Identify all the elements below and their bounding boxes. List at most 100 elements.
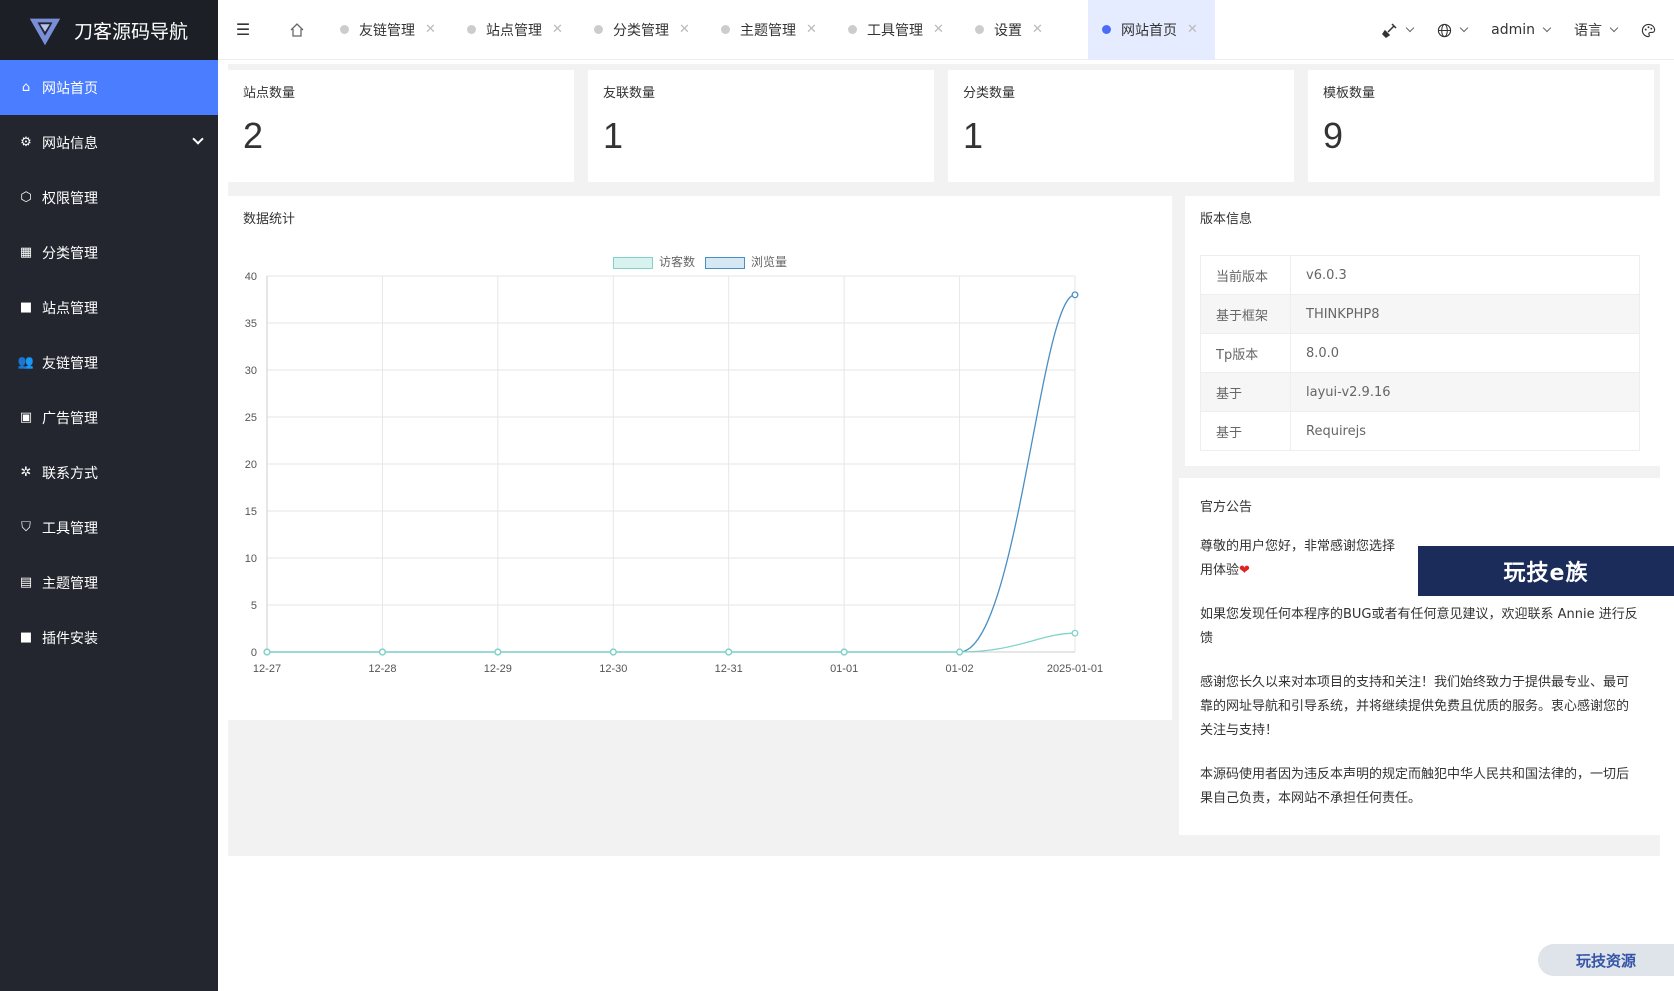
menu-toggle-icon[interactable]: ☰: [218, 0, 268, 60]
theme-button[interactable]: [1629, 23, 1674, 38]
calendar-icon: ▤: [19, 575, 33, 590]
close-icon[interactable]: ✕: [806, 22, 817, 37]
close-icon[interactable]: ✕: [1032, 22, 1043, 37]
tab[interactable]: 分类管理 ✕: [580, 0, 707, 60]
cog-icon: ✲: [20, 465, 32, 480]
stat-label: 模板数量: [1323, 86, 1376, 101]
sidebar-item[interactable]: ⛉ 工具管理: [0, 500, 218, 555]
version-table: 当前版本 v6.0.3 基于框架 THINKPHP8 Tp版本 8.0.0 基于 layui-…: [1200, 255, 1640, 451]
version-panel-title: 版本信息: [1200, 212, 1253, 227]
chevron-down-icon: [192, 133, 204, 145]
cube-icon: ⬡: [20, 190, 32, 205]
table-row: 基于 Requirejs: [1200, 411, 1640, 451]
close-icon[interactable]: ✕: [933, 22, 944, 37]
version-key: 基于: [1200, 411, 1291, 451]
series-line: [267, 294, 1076, 653]
version-panel: 版本信息 当前版本 v6.0.3 基于框架 THINKPHP8 Tp版本 8.0.0 基于 l…: [1185, 196, 1660, 466]
sidebar-item[interactable]: ▣ 广告管理: [0, 390, 218, 445]
sidebar-item[interactable]: ⚙ 网站信息: [0, 115, 218, 170]
notice-panel: 官方公告 尊敬的用户您好，非常感谢您选择 用体验❤ 如果您发现任何本程序的BUG或…: [1179, 478, 1660, 835]
version-value: Requirejs: [1290, 411, 1640, 451]
sidebar-item-label: 插件安装: [42, 630, 98, 647]
x-tick-label: 2025-01-01: [1047, 663, 1103, 675]
main-content: 站点数量 2 友联数量 1 分类数量 1 模板数量 9 数据统计 访客数 浏览量…: [218, 60, 1674, 991]
sidebar-item[interactable]: ▦ 分类管理: [0, 225, 218, 280]
table-row: 基于 layui-v2.9.16: [1200, 372, 1640, 412]
chart-panel-title: 数据统计: [243, 212, 296, 227]
sidebar-item-label: 联系方式: [42, 465, 98, 482]
language-menu[interactable]: 语言: [1562, 20, 1629, 40]
chart-panel: 数据统计 访客数 浏览量 0 5 10 15 20 25 30 35 40 12-27 12-28 1…: [228, 196, 1172, 720]
app-title: 刀客源码导航: [74, 20, 189, 43]
notice-paragraph: 本源码使用者因为违反本声明的规定而触犯中华人民共和国法律的，一切后果自己负责，本…: [1200, 767, 1630, 806]
data-point: [840, 648, 848, 656]
globe-icon: [1437, 23, 1452, 37]
watermark-logo: 玩技e族: [1418, 546, 1674, 596]
stat-label: 友联数量: [603, 86, 656, 101]
tab-dot: [340, 25, 349, 34]
language-label: 语言: [1574, 23, 1602, 39]
sidebar-item[interactable]: ✲ 联系方式: [0, 445, 218, 500]
apps-icon: ▦: [19, 245, 33, 260]
clear-cache-button[interactable]: [1370, 22, 1425, 38]
sidebar: 刀客源码导航 ⌂ 网站首页 ⚙ 网站信息 ⬡ 权限管理 ▦ 分类管理 ■ 站点管理 👥 友链管理 ▣ 广告…: [0, 0, 218, 991]
data-point: [378, 648, 386, 656]
sidebar-item[interactable]: ■ 插件安装: [0, 610, 218, 665]
y-tick-label: 0: [251, 647, 257, 659]
sidebar-item-label: 主题管理: [42, 575, 98, 592]
tab[interactable]: 主题管理 ✕: [707, 0, 834, 60]
home-tab-icon[interactable]: [268, 0, 326, 60]
tab-bar: 友链管理 ✕ 站点管理 ✕ 分类管理 ✕ 主题管理 ✕ 工具管理 ✕ 设置 ✕ 网站首页 ✕: [326, 0, 1215, 60]
table-row: Tp版本 8.0.0: [1200, 333, 1640, 373]
line-chart: 0 5 10 15 20 25 30 35 40 12-27 12-28 12-29 12-30 12-3…: [245, 271, 1103, 675]
site-language-button[interactable]: [1425, 23, 1479, 38]
y-tick-label: 40: [245, 271, 257, 283]
sidebar-item-label: 友链管理: [42, 355, 98, 372]
app-logo[interactable]: 刀客源码导航: [0, 0, 218, 60]
close-icon[interactable]: ✕: [1187, 22, 1198, 37]
tab-dot: [1102, 25, 1111, 34]
x-tick-label: 12-27: [253, 663, 281, 675]
table-row: 基于框架 THINKPHP8: [1200, 294, 1640, 334]
data-point: [494, 648, 502, 656]
gear-icon: ⚙: [20, 135, 32, 150]
close-icon[interactable]: ✕: [552, 22, 563, 37]
sidebar-item[interactable]: ▤ 主题管理: [0, 555, 218, 610]
home-icon: ⌂: [21, 80, 31, 95]
version-value: v6.0.3: [1290, 255, 1640, 295]
stat-value: 9: [1323, 115, 1344, 156]
tab-label: 设置: [994, 22, 1022, 39]
sidebar-menu: ⌂ 网站首页 ⚙ 网站信息 ⬡ 权限管理 ▦ 分类管理 ■ 站点管理 👥 友链管理 ▣ 广告管理 ✲ 联系方式…: [0, 60, 218, 665]
user-menu[interactable]: admin: [1479, 22, 1562, 38]
sidebar-item[interactable]: ⬡ 权限管理: [0, 170, 218, 225]
sidebar-item-label: 工具管理: [42, 520, 98, 537]
data-point: [725, 648, 733, 656]
tab-label: 主题管理: [740, 22, 796, 39]
x-tick-label: 01-01: [830, 663, 858, 675]
tab[interactable]: 网站首页 ✕: [1088, 0, 1215, 60]
windows-icon: ■: [19, 630, 33, 645]
tab-label: 友链管理: [359, 22, 415, 39]
sidebar-item[interactable]: 👥 友链管理: [0, 335, 218, 390]
close-icon[interactable]: ✕: [679, 22, 690, 37]
tab-dot: [848, 25, 857, 34]
tab[interactable]: 站点管理 ✕: [453, 0, 580, 60]
sidebar-item-label: 权限管理: [42, 190, 98, 207]
sidebar-item[interactable]: ⌂ 网站首页: [0, 60, 218, 115]
tab[interactable]: 友链管理 ✕: [326, 0, 453, 60]
stat-label: 站点数量: [243, 86, 296, 101]
version-key: 基于框架: [1200, 294, 1291, 334]
sidebar-item-label: 站点管理: [42, 300, 98, 317]
sidebar-item[interactable]: ■ 站点管理: [0, 280, 218, 335]
tab-dot: [721, 25, 730, 34]
x-tick-label: 12-30: [599, 663, 627, 675]
tab[interactable]: 工具管理 ✕: [834, 0, 961, 60]
tab[interactable]: 设置 ✕: [961, 0, 1088, 60]
notice-paragraph: 感谢您长久以来对本项目的支持和关注！我们始终致力于提供最专业、最可靠的网址导航和…: [1200, 675, 1630, 738]
y-tick-label: 15: [245, 506, 257, 518]
sidebar-item-label: 网站信息: [42, 135, 98, 152]
close-icon[interactable]: ✕: [425, 22, 436, 37]
notice-text: 尊敬的用户您好，非常感谢您选择: [1200, 539, 1396, 554]
shield-check-icon: ⛉: [21, 520, 31, 535]
header-actions: admin 语言: [1370, 0, 1674, 60]
